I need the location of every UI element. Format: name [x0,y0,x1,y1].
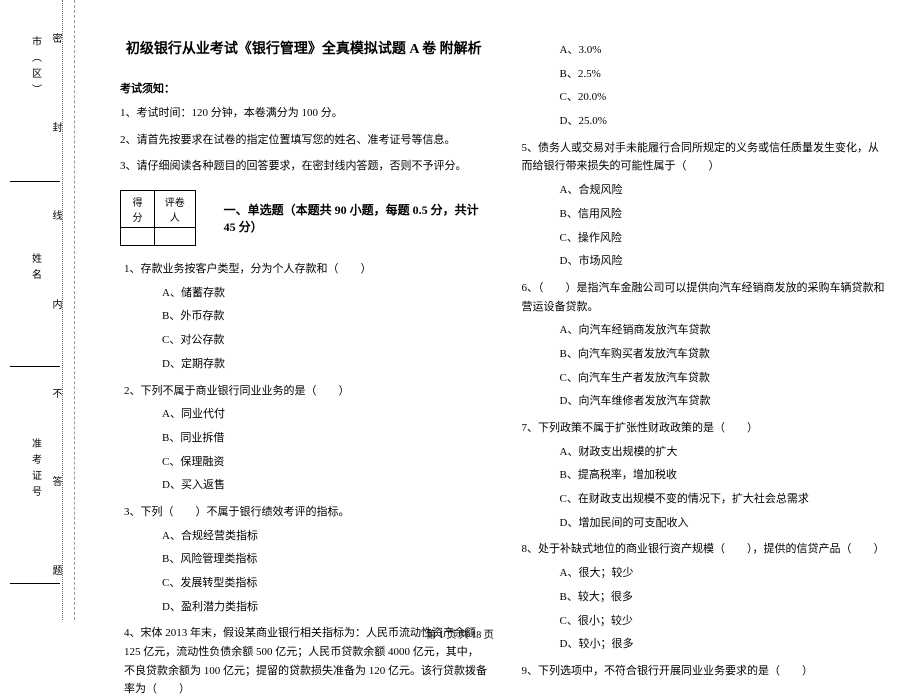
notice-line: 1、考试时间：120 分钟，本卷满分为 100 分。 [120,104,488,123]
notice-header: 考试须知： [120,80,488,96]
seal-char: 线 [48,210,63,232]
score-header-score: 得分 [121,191,155,228]
question-text: 9、下列选项中，不符合银行开展同业业务要求的是（ ） [518,662,886,681]
question-text: 7、下列政策不属于扩张性财政政策的是（ ） [518,419,886,438]
option: B、风险管理类指标 [162,550,488,569]
binding-margin: 市（区） 姓名 准考证号 密 封 线 内 不 答 题 [0,0,75,620]
score-cell [154,228,195,246]
score-cell [121,228,155,246]
section1-header: 一、单选题（本题共 90 小题，每题 0.5 分，共计 45 分） [224,201,488,235]
option: B、外币存款 [162,307,488,326]
option: B、提高税率，增加税收 [560,466,886,485]
option: A、3.0% [560,41,886,60]
option: B、2.5% [560,65,886,84]
option: D、市场风险 [560,252,886,271]
option: B、较大；很多 [560,588,886,607]
option: B、同业拆借 [162,429,488,448]
question-text: 1、存款业务按客户类型，分为个人存款和（ ） [120,260,488,279]
seal-char: 密 [48,33,63,55]
question-text: 5、债务人或交易对手未能履行合同所规定的义务或信任质量发生变化，从而给银行带来损… [518,139,886,176]
option: C、保理融资 [162,453,488,472]
option: D、25.0% [560,112,886,131]
content-area: 初级银行从业考试《银行管理》全真模拟试题 A 卷 附解析 考试须知： 1、考试时… [75,0,920,620]
option: C、很小；较少 [560,612,886,631]
option: C、发展转型类指标 [162,574,488,593]
question-text: 8、处于补缺式地位的商业银行资产规模（ ），提供的信贷产品（ ） [518,540,886,559]
option: B、信用风险 [560,205,886,224]
exam-title: 初级银行从业考试《银行管理》全真模拟试题 A 卷 附解析 [120,38,488,58]
option: A、向汽车经销商发放汽车贷款 [560,321,886,340]
option: C、对公存款 [162,331,488,350]
question-text: 2、下列不属于商业银行同业业务的是（ ） [120,382,488,401]
option: A、财政支出规模的扩大 [560,443,886,462]
score-table: 得分 评卷人 [120,190,196,246]
seal-dotted-line [62,0,63,620]
seal-char: 答 [48,476,63,498]
notice-line: 3、请仔细阅读各种题目的回答要求，在密封线内答题，否则不予评分。 [120,157,488,176]
seal-char: 内 [48,299,63,321]
margin-label-id: 准考证号 [28,438,43,502]
score-header-grader: 评卷人 [154,191,195,228]
option: C、向汽车生产者发放汽车贷款 [560,369,886,388]
option: A、合规风险 [560,181,886,200]
seal-line-text: 密 封 线 内 不 答 题 [48,0,63,620]
option: D、增加民间的可支配收入 [560,514,886,533]
right-column: A、3.0% B、2.5% C、20.0% D、25.0% 5、债务人或交易对手… [503,10,901,610]
question-text: 3、下列（ ）不属于银行绩效考评的指标。 [120,503,488,522]
option: C、20.0% [560,88,886,107]
option: D、买入返售 [162,476,488,495]
seal-char: 题 [48,565,63,587]
option: D、定期存款 [162,355,488,374]
option: D、较小；很多 [560,635,886,654]
notice-line: 2、请首先按要求在试卷的指定位置填写您的姓名、准考证号等信息。 [120,131,488,150]
margin-label-region: 市（区） [28,36,43,100]
option: C、在财政支出规模不变的情况下，扩大社会总需求 [560,490,886,509]
option: A、储蓄存款 [162,284,488,303]
option: A、合规经营类指标 [162,527,488,546]
score-section-row: 得分 评卷人 一、单选题（本题共 90 小题，每题 0.5 分，共计 45 分） [120,190,488,246]
option: C、操作风险 [560,229,886,248]
option: A、同业代付 [162,405,488,424]
margin-label-name: 姓名 [28,253,43,285]
option: D、向汽车维修者发放汽车贷款 [560,392,886,411]
question-text: 6、（ ）是指汽车金融公司可以提供向汽车经销商发放的采购车辆贷款和营运设备贷款。 [518,279,886,316]
option: D、盈利潜力类指标 [162,598,488,617]
seal-char: 封 [48,122,63,144]
left-column: 初级银行从业考试《银行管理》全真模拟试题 A 卷 附解析 考试须知： 1、考试时… [105,10,503,610]
seal-char: 不 [48,388,63,410]
option: B、向汽车购买者发放汽车贷款 [560,345,886,364]
option: A、很大；较少 [560,564,886,583]
